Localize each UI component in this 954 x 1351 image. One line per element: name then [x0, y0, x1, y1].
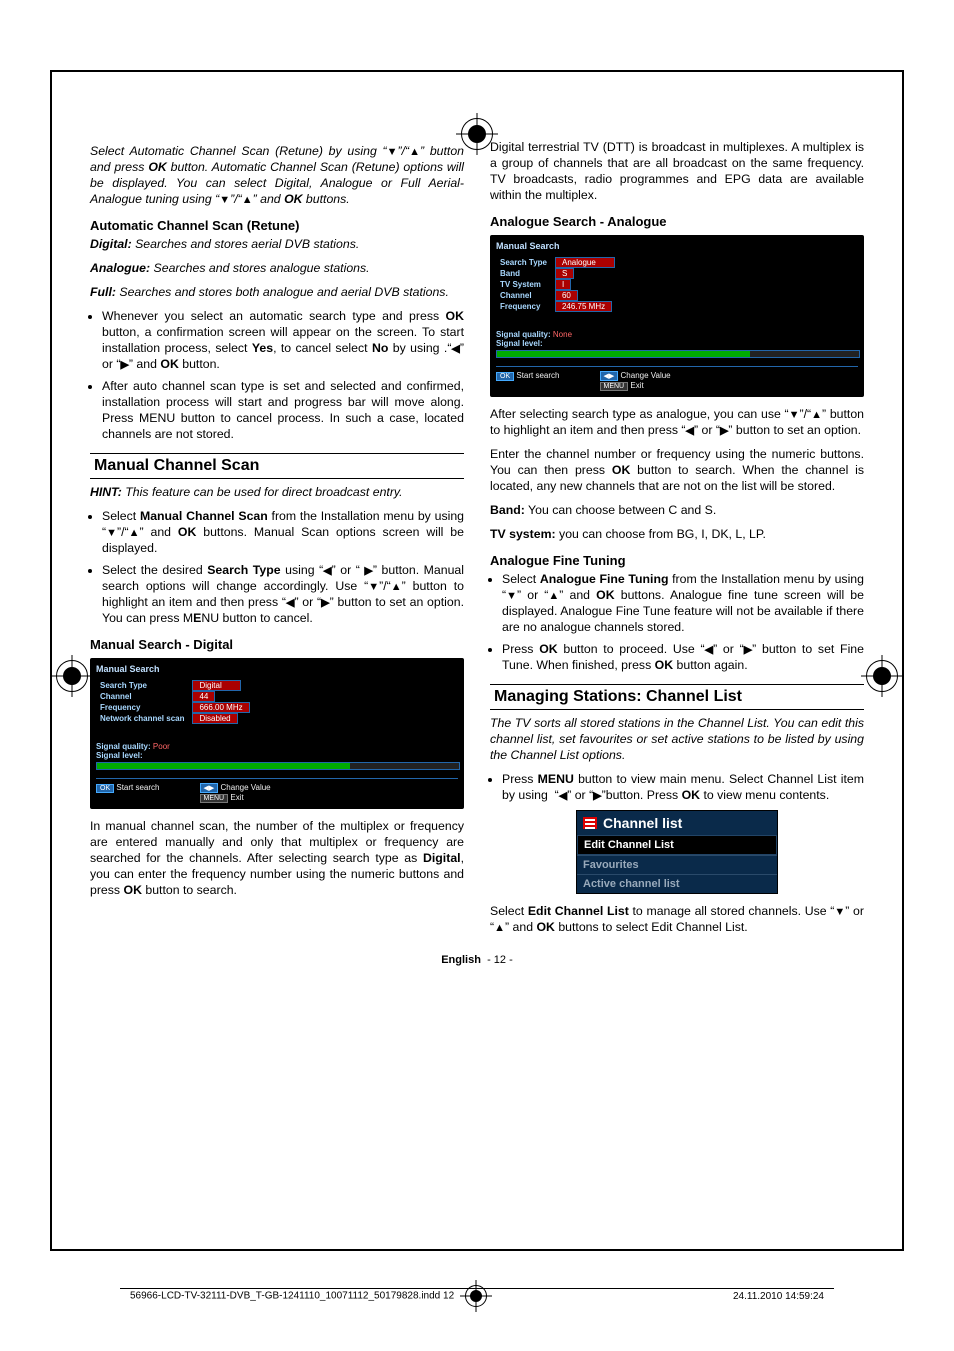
heading-auto-scan: Automatic Channel Scan (Retune) [90, 218, 464, 233]
hint: HINT: This feature can be used for direc… [90, 485, 464, 501]
list-item: Select Analogue Fine Tuning from the Ins… [502, 572, 864, 636]
page-body: Select Automatic Channel Scan (Retune) b… [90, 140, 864, 936]
list-icon [583, 817, 597, 829]
up-arrow-icon: ▲ [129, 526, 140, 540]
left-arrow-icon: ◀ [559, 789, 567, 803]
label: Analogue: [90, 261, 150, 275]
down-arrow-icon: ▼ [106, 526, 117, 540]
paragraph: TV system: you can choose from BG, I, DK… [490, 527, 864, 543]
channel-list-item[interactable]: Favourites [577, 855, 777, 874]
channel-list-item-selected[interactable]: Edit Channel List [577, 835, 777, 855]
list-item: Press MENU button to view main menu. Sel… [502, 772, 864, 804]
heading-manual-digital: Manual Search - Digital [90, 637, 464, 652]
paragraph: Digital terrestrial TV (DTT) is broadcas… [490, 140, 864, 204]
source-filename: 56966-LCD-TV-32111-DVB_T-GB-1241110_1007… [130, 1291, 454, 1302]
channel-list-widget: Channel list Edit Channel List Favourite… [576, 810, 778, 894]
osd-fields: Search TypeDigital Channel44 Frequency66… [96, 680, 254, 724]
def-digital: Digital: Searches and stores aerial DVB … [90, 237, 464, 253]
fine-tuning-bullets: Select Analogue Fine Tuning from the Ins… [490, 572, 864, 674]
left-arrow-icon: ◀ [686, 424, 694, 438]
channel-list-bullets: Press MENU button to view main menu. Sel… [490, 772, 864, 804]
paragraph: Band: You can choose between C and S. [490, 503, 864, 519]
up-arrow-icon: ▲ [409, 145, 420, 159]
right-arrow-icon: ▶ [593, 789, 601, 803]
def-full: Full: Searches and stores both analogue … [90, 285, 464, 301]
manual-scan-bullets: Select Manual Channel Scan from the Inst… [90, 509, 464, 627]
text: ” and [253, 192, 284, 206]
channel-list-header: Channel list [577, 811, 777, 835]
osd-fields: Search TypeAnalogue BandS TV SystemI Cha… [496, 257, 619, 312]
print-timestamp: 24.11.2010 14:59:24 [733, 1291, 824, 1302]
text: ”/“ [398, 144, 410, 158]
registration-mark-icon [866, 660, 898, 692]
text: Select Automatic Channel Scan (Retune) b… [90, 144, 387, 158]
left-arrow-icon: ◀ [286, 596, 294, 610]
registration-mark-icon [465, 1285, 487, 1307]
label: Full: [90, 285, 116, 299]
left-arrow-icon: ◀ [705, 643, 713, 657]
down-arrow-icon: ▼ [368, 580, 379, 594]
list-item: Select the desired Search Type using “◀”… [102, 563, 464, 627]
text: ”/“ [230, 192, 242, 206]
up-arrow-icon: ▲ [494, 921, 505, 935]
right-arrow-icon: ▶ [321, 596, 329, 610]
heading-analogue-search: Analogue Search - Analogue [490, 214, 864, 229]
right-arrow-icon: ▶ [744, 643, 752, 657]
page-number: English - 12 - [90, 954, 864, 966]
footer-metadata: 56966-LCD-TV-32111-DVB_T-GB-1241110_1007… [130, 1285, 824, 1307]
text: Searches and stores analogue stations. [150, 261, 369, 275]
registration-mark-icon [461, 118, 493, 150]
label: Digital: [90, 237, 132, 251]
intro-paragraph: Select Automatic Channel Scan (Retune) b… [90, 144, 464, 208]
down-arrow-icon: ▼ [834, 905, 845, 919]
channel-list-item[interactable]: Active channel list [577, 874, 777, 893]
up-arrow-icon: ▲ [391, 580, 402, 594]
right-arrow-icon: ▶ [364, 564, 372, 578]
right-arrow-icon: ▶ [120, 358, 128, 372]
osd-screenshot-digital: Manual Search Search TypeDigital Channel… [90, 658, 464, 809]
text: OK [284, 192, 302, 206]
left-arrow-icon: ◀ [451, 342, 459, 356]
paragraph: Select Edit Channel List to manage all s… [490, 904, 864, 936]
osd-title: Manual Search [96, 664, 458, 674]
signal-bar [496, 350, 860, 358]
osd-screenshot-analogue: Manual Search Search TypeAnalogue BandS … [490, 235, 864, 397]
down-arrow-icon: ▼ [219, 193, 230, 207]
heading-fine-tuning: Analogue Fine Tuning [490, 553, 864, 568]
text: OK [148, 160, 166, 174]
list-item: Select Manual Channel Scan from the Inst… [102, 509, 464, 557]
left-arrow-icon: ◀ [323, 564, 331, 578]
text: Searches and stores both analogue and ae… [116, 285, 449, 299]
paragraph: After selecting search type as analogue,… [490, 407, 864, 439]
signal-bar [96, 762, 460, 770]
osd-title: Manual Search [496, 241, 858, 251]
heading-channel-list: Managing Stations: Channel List [490, 684, 864, 710]
paragraph: Enter the channel number or frequency us… [490, 447, 864, 495]
crop-mark [50, 1249, 904, 1251]
right-arrow-icon: ▶ [720, 424, 728, 438]
registration-mark-icon [56, 660, 88, 692]
up-arrow-icon: ▲ [242, 193, 253, 207]
paragraph: In manual channel scan, the number of th… [90, 819, 464, 899]
down-arrow-icon: ▼ [387, 145, 398, 159]
down-arrow-icon: ▼ [789, 408, 800, 422]
channel-list-intro: The TV sorts all stored stations in the … [490, 716, 864, 764]
auto-scan-bullets: Whenever you select an automatic search … [90, 309, 464, 443]
text: buttons. [303, 192, 350, 206]
down-arrow-icon: ▼ [506, 589, 517, 603]
channel-list-title: Channel list [603, 815, 682, 831]
heading-manual-scan: Manual Channel Scan [90, 453, 464, 479]
up-arrow-icon: ▲ [548, 589, 559, 603]
up-arrow-icon: ▲ [811, 408, 822, 422]
list-item: Whenever you select an automatic search … [102, 309, 464, 373]
list-item: After auto channel scan type is set and … [102, 379, 464, 443]
text: Searches and stores aerial DVB stations. [132, 237, 360, 251]
def-analogue: Analogue: Searches and stores analogue s… [90, 261, 464, 277]
list-item: Press OK button to proceed. Use “◀” or “… [502, 642, 864, 674]
